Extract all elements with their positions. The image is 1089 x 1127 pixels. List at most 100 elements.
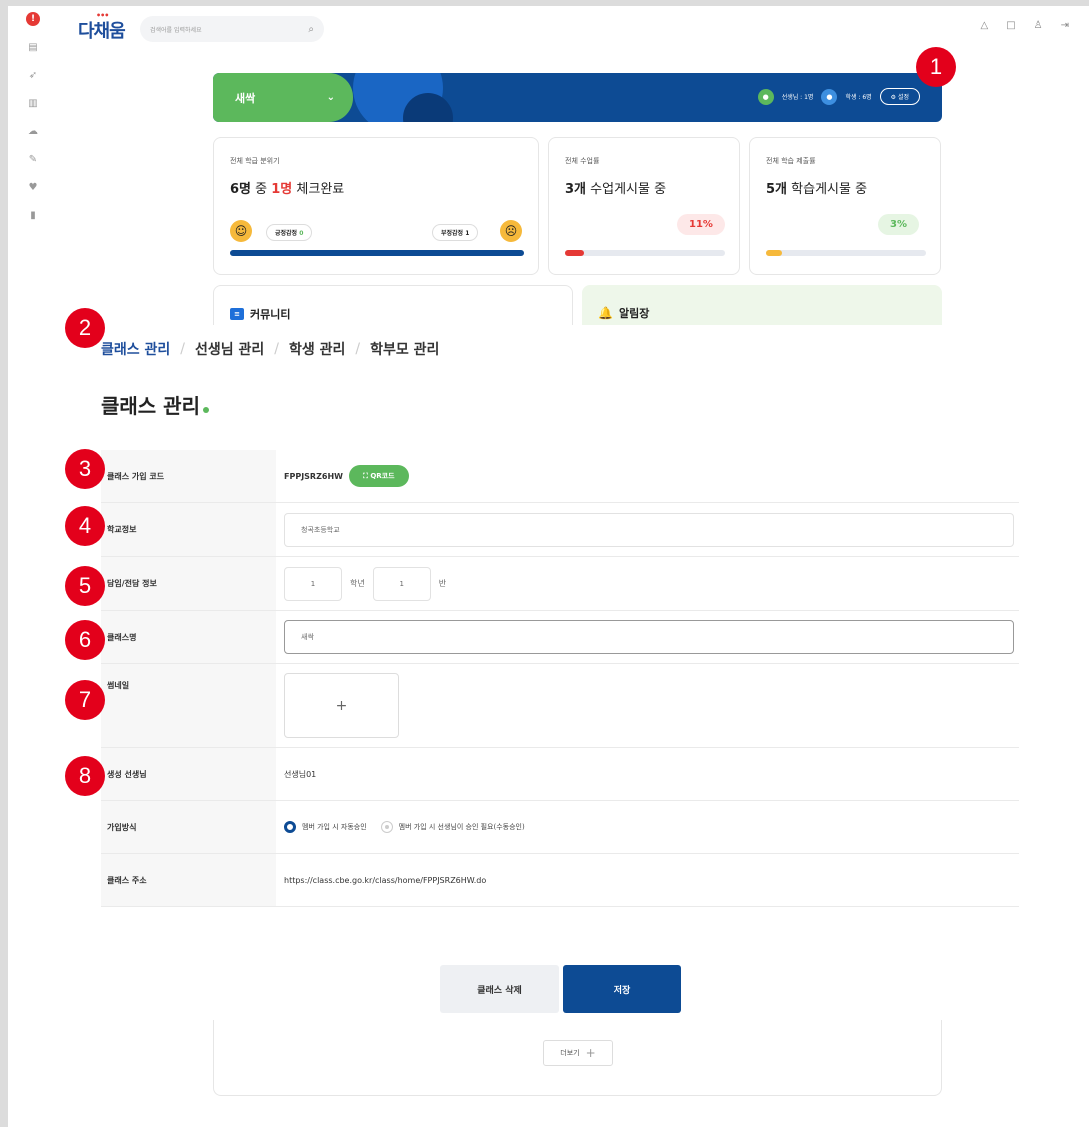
chat-icon: ≡ [230, 308, 244, 320]
delete-class-button[interactable]: 클래스 삭제 [440, 965, 559, 1013]
annotation-marker: 5 [65, 566, 105, 606]
annotation-marker: 6 [65, 620, 105, 660]
radio-off-icon [380, 821, 393, 833]
bell-icon: 🔔 [598, 306, 613, 320]
mood-bar [230, 250, 524, 256]
lesson-summary: 3개 수업게시물 중 [565, 182, 667, 197]
window-frame-left [0, 0, 8, 1127]
annotation-marker: 1 [916, 47, 956, 87]
breadcrumb-separator: / [355, 341, 361, 357]
sad-emoji-icon: ☹ [500, 220, 522, 242]
tab-class-management[interactable]: 클래스 관리 [101, 339, 170, 359]
notice-title: 알림장 [618, 307, 650, 320]
page-title: 클래스 관리 [101, 390, 209, 419]
thumbnail-upload-button[interactable]: + [284, 673, 399, 738]
class-address: https://class.cbe.go.kr/class/home/FPPJS… [284, 875, 487, 885]
school-label: 학교정보 [101, 503, 276, 556]
logout-icon[interactable]: ⇥ [1061, 20, 1069, 31]
class-selector-label: 새싹 [235, 91, 256, 105]
mood-label: 전체 학급 분위기 [230, 157, 280, 165]
assignment-summary: 5개 학습게시물 중 [766, 182, 868, 197]
grade-label: 담임/전담 정보 [101, 557, 276, 610]
mood-card: 전체 학급 분위기 6명 중 1명 체크완료 ☺ 긍정감정 0 부정감정 1 ☹ [213, 137, 539, 275]
class-name-field[interactable]: 새싹 [284, 620, 1014, 654]
radio-on-icon [284, 821, 296, 833]
form-row-address: 클래스 주소 https://class.cbe.go.kr/class/hom… [101, 854, 1019, 907]
negative-pill: 부정감정 1 [432, 224, 479, 241]
positive-pill: 긍정감정 0 [266, 224, 313, 241]
settings-button[interactable]: ⚙ 설정 [879, 88, 920, 105]
annotation-marker: 7 [65, 680, 105, 720]
assignment-bar-fill [766, 250, 782, 256]
breadcrumb-separator: / [180, 341, 185, 357]
board-icon[interactable]: ▤ [26, 40, 40, 54]
window-frame-top [0, 0, 1089, 6]
qr-code-button[interactable]: ⛶ QR코드 [348, 465, 409, 487]
heart-icon[interactable]: ♥ [26, 180, 40, 194]
class-name-label: 클래스명 [101, 611, 276, 663]
home-icon[interactable]: ! [26, 12, 40, 26]
form-row-thumbnail: 썸네일 + [101, 664, 1019, 748]
lesson-card: 전체 수업률 3개 수업게시물 중 11% [548, 137, 740, 275]
community-card-bottom: 더보기 + [213, 1020, 942, 1096]
assignment-bar [766, 250, 926, 256]
save-button[interactable]: 저장 [563, 965, 681, 1013]
logo[interactable]: 다채움 ••• [78, 11, 126, 43]
annotation-marker: 2 [65, 308, 105, 348]
banner-meta: ● 선생님 : 1명 ● 학생 : 6명 ⚙ 설정 [757, 88, 920, 105]
mood-bar-fill [230, 250, 524, 256]
cloud-icon[interactable]: ☁ [26, 124, 40, 138]
tab-parent-management[interactable]: 학부모 관리 [370, 339, 439, 359]
plus-icon: + [585, 1046, 596, 1060]
book-icon[interactable]: ▮ [26, 208, 40, 222]
chevron-down-icon: ⌄ [326, 92, 335, 103]
form-row-class-name: 클래스명 새싹 [101, 611, 1019, 664]
class-number-input[interactable]: 1 [372, 566, 431, 601]
breadcrumb-separator: / [274, 341, 279, 357]
annotation-marker: 8 [65, 756, 105, 796]
annotation-marker: 4 [65, 506, 105, 546]
lesson-bar-fill [565, 250, 585, 256]
join-code-label: 클래스 가입 코드 [101, 450, 276, 502]
more-button[interactable]: 더보기 + [543, 1040, 613, 1066]
rocket-icon[interactable]: ➶ [26, 68, 40, 82]
form-row-creator: 생성 선생님 선생님01 [101, 748, 1019, 801]
chart-icon[interactable]: ▥ [26, 96, 40, 110]
assignment-pct: 3% [878, 214, 919, 235]
assignment-card: 전체 학습 제출률 5개 학습게시물 중 3% [749, 137, 941, 275]
bookmark-icon[interactable]: □ [1006, 20, 1015, 31]
radio-auto-approve[interactable]: 멤버 가입 시 자동승인 [284, 821, 367, 833]
search-icon[interactable]: ⌕ [308, 24, 314, 35]
grade-input[interactable]: 1 [284, 566, 342, 601]
edit-icon[interactable]: ✎ [26, 152, 40, 166]
tab-student-management[interactable]: 학생 관리 [289, 339, 345, 359]
student-icon: ● [821, 88, 838, 105]
class-selector[interactable]: 새싹 ⌄ [213, 73, 353, 122]
teacher-count: 선생님 : 1명 [781, 94, 814, 101]
school-field[interactable]: 청곡초등학교 [284, 512, 1014, 547]
form-row-join-method: 가입방식 멤버 가입 시 자동승인 멤버 가입 시 선생님이 승인 필요(수동승… [101, 801, 1019, 854]
creator-label: 생성 선생님 [101, 748, 276, 800]
annotation-marker: 3 [65, 449, 105, 489]
grade-unit: 학년 [350, 579, 365, 588]
bell-icon[interactable]: △ [980, 20, 988, 31]
happy-emoji-icon: ☺ [230, 220, 252, 242]
top-right-icons: △ □ ♙ ⇥ [980, 20, 1069, 31]
user-icon[interactable]: ♙ [1034, 20, 1043, 31]
search-bar[interactable]: 검색어를 입력하세요 ⌕ [140, 16, 324, 42]
lesson-bar [565, 250, 725, 256]
tab-teacher-management[interactable]: 선생님 관리 [195, 339, 264, 359]
class-banner: 새싹 ⌄ ● 선생님 : 1명 ● 학생 : 6명 ⚙ 설정 [213, 73, 942, 122]
radio-manual-approve[interactable]: 멤버 가입 시 선생님이 승인 필요(수동승인) [380, 821, 525, 833]
form-row-join-code: 클래스 가입 코드 FPPJSRZ6HW ⛶ QR코드 [101, 450, 1019, 503]
title-dot [202, 407, 209, 413]
search-input[interactable]: 검색어를 입력하세요 [150, 25, 308, 34]
mood-summary: 6명 중 1명 체크완료 [230, 182, 345, 197]
lesson-pct: 11% [677, 214, 725, 235]
thumbnail-label: 썸네일 [101, 664, 276, 747]
lesson-label: 전체 수업률 [565, 157, 600, 165]
join-method-label: 가입방식 [101, 801, 276, 853]
class-unit: 반 [438, 579, 447, 588]
form-row-school: 학교정보 청곡초등학교 [101, 503, 1019, 557]
join-code: FPPJSRZ6HW [284, 471, 343, 481]
